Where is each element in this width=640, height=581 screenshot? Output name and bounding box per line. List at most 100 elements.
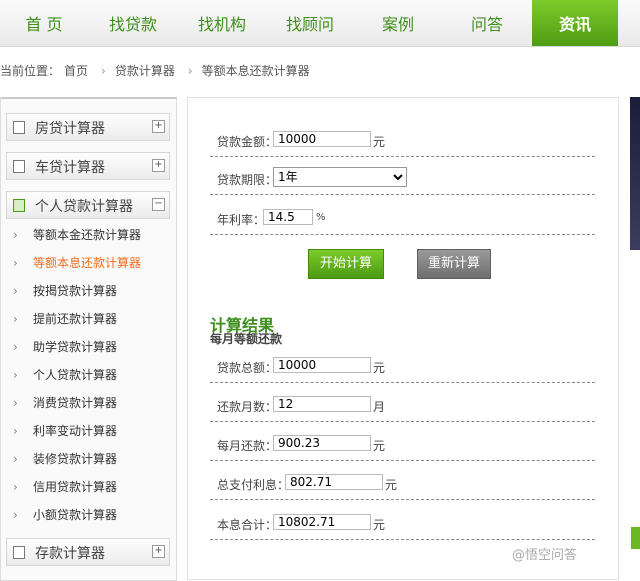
sidebar-subitem[interactable]: › 助学贷款计算器 <box>13 338 117 355</box>
chevron-right-icon: › <box>13 368 18 382</box>
percent-unit: % <box>316 212 326 223</box>
interest-rate-label: 年利率： <box>217 213 266 227</box>
nav-home[interactable]: 首 页 <box>0 0 88 46</box>
loan-amount-label: 贷款金额： <box>217 135 278 149</box>
nav-find-advisor[interactable]: 找顾问 <box>266 0 354 46</box>
total-interest-unit: 元 <box>385 478 398 492</box>
chevron-right-icon: › <box>13 312 18 326</box>
subitem-label: 个人贷款计算器 <box>33 368 118 382</box>
nav-cases[interactable]: 案例 <box>354 0 442 46</box>
side-banner-green[interactable] <box>631 527 640 549</box>
subitem-label: 装修贷款计算器 <box>33 452 118 466</box>
nav-find-loan[interactable]: 找贷款 <box>88 0 178 46</box>
calculator-icon <box>13 121 25 134</box>
sidebar-subitem[interactable]: › 消费贷款计算器 <box>13 394 117 411</box>
chevron-right-icon: › <box>101 64 106 78</box>
loan-amount-unit: 元 <box>373 135 386 149</box>
watermark: @悟空问答 <box>512 548 578 563</box>
total-loan-label: 贷款总额： <box>217 361 278 375</box>
sidebar-subitem[interactable]: › 按揭贷款计算器 <box>13 282 117 299</box>
total-loan-output <box>273 357 371 373</box>
breadcrumb-current: 等额本息还款计算器 <box>201 64 310 78</box>
interest-rate-row: 年利率： % <box>210 202 595 235</box>
loan-term-label: 贷款期限： <box>217 173 278 187</box>
calculator-icon <box>13 160 25 173</box>
chevron-right-icon: › <box>13 284 18 298</box>
chevron-right-icon: › <box>13 508 18 522</box>
result-subtitle: 每月等额还款 <box>210 332 283 346</box>
start-calculate-button[interactable]: 开始计算 <box>308 249 384 279</box>
category-label: 个人贷款计算器 <box>35 199 133 215</box>
top-nav: 首 页 找贷款 找机构 找顾问 案例 问答 资讯 <box>0 0 640 47</box>
expand-icon[interactable]: + <box>152 120 165 133</box>
calculator-icon <box>13 546 25 559</box>
subitem-label: 消费贷款计算器 <box>33 396 118 410</box>
breadcrumb-home[interactable]: 首页 <box>64 64 88 78</box>
subitem-label: 按揭贷款计算器 <box>33 284 118 298</box>
reset-calculate-button[interactable]: 重新计算 <box>417 249 491 279</box>
sidebar-category-car-loan[interactable]: 车贷计算器 + <box>6 152 170 180</box>
sidebar: 房贷计算器 + 车贷计算器 + 个人贷款计算器 − › 等额本金还款计算器 › 等额… <box>0 97 177 581</box>
total-principal-interest-row: 本息合计： 元 <box>210 507 595 540</box>
category-label: 车贷计算器 <box>35 160 105 176</box>
monthly-payment-label: 每月还款： <box>217 439 278 453</box>
loan-term-row: 贷款期限： 1年 <box>210 162 595 195</box>
chevron-right-icon: › <box>187 64 193 78</box>
breadcrumb-prefix: 当前位置： <box>0 64 61 78</box>
loan-amount-input[interactable] <box>273 131 371 147</box>
subitem-label: 提前还款计算器 <box>33 312 118 326</box>
chevron-right-icon: › <box>13 424 18 438</box>
total-interest-row: 总支付利息： 元 <box>210 467 595 500</box>
chevron-right-icon: › <box>13 396 18 410</box>
side-banner[interactable] <box>630 97 640 250</box>
interest-rate-input[interactable] <box>263 209 313 225</box>
sidebar-category-deposit[interactable]: 存款计算器 + <box>6 538 170 566</box>
breadcrumb: 当前位置： 首页 › 贷款计算器 › 等额本息还款计算器 <box>0 62 314 82</box>
expand-icon[interactable]: + <box>152 159 165 172</box>
total-interest-label: 总支付利息： <box>217 478 290 492</box>
category-label: 存款计算器 <box>35 546 105 562</box>
chevron-right-icon: › <box>13 452 18 466</box>
sidebar-subitem[interactable]: › 小额贷款计算器 <box>13 506 117 523</box>
total-principal-interest-unit: 元 <box>373 518 386 532</box>
collapse-icon[interactable]: − <box>152 198 165 211</box>
total-principal-interest-label: 本息合计： <box>217 518 278 532</box>
total-loan-row: 贷款总额： 元 <box>210 350 595 383</box>
chevron-right-icon: › <box>13 340 18 354</box>
chevron-right-icon: › <box>13 480 18 494</box>
category-label: 房贷计算器 <box>35 121 105 137</box>
sidebar-subitem[interactable]: › 提前还款计算器 <box>13 310 117 327</box>
monthly-payment-row: 每月还款： 元 <box>210 428 595 461</box>
sidebar-category-mortgage[interactable]: 房贷计算器 + <box>6 113 170 141</box>
subitem-label: 信用贷款计算器 <box>33 480 118 494</box>
subitem-label: 等额本息还款计算器 <box>33 256 142 270</box>
sidebar-subitem-active[interactable]: › 等额本息还款计算器 <box>13 254 141 271</box>
chevron-right-icon: › <box>13 228 18 242</box>
total-interest-output <box>285 474 383 490</box>
nav-news[interactable]: 资讯 <box>532 0 618 46</box>
total-principal-interest-output <box>273 514 371 530</box>
nav-find-institution[interactable]: 找机构 <box>178 0 266 46</box>
chevron-right-icon: › <box>13 256 18 270</box>
months-output <box>273 396 371 412</box>
calculator-icon <box>13 199 25 212</box>
months-unit: 月 <box>373 400 386 414</box>
sidebar-subitem[interactable]: › 装修贷款计算器 <box>13 450 117 467</box>
sidebar-subitem[interactable]: › 个人贷款计算器 <box>13 366 117 383</box>
sidebar-subitem[interactable]: › 等额本金还款计算器 <box>13 226 141 243</box>
loan-term-select[interactable]: 1年 <box>273 167 407 187</box>
monthly-payment-unit: 元 <box>373 439 386 453</box>
subitem-label: 利率变动计算器 <box>33 424 118 438</box>
sidebar-subitem[interactable]: › 利率变动计算器 <box>13 422 117 439</box>
subitem-label: 等额本金还款计算器 <box>33 228 142 242</box>
expand-icon[interactable]: + <box>152 545 165 558</box>
subitem-label: 助学贷款计算器 <box>33 340 118 354</box>
sidebar-subitem[interactable]: › 信用贷款计算器 <box>13 478 117 495</box>
loan-amount-row: 贷款金额： 元 <box>210 124 595 157</box>
months-label: 还款月数： <box>217 400 278 414</box>
nav-qa[interactable]: 问答 <box>442 0 532 46</box>
calculator-panel: 贷款金额： 元 贷款期限： 1年 年利率： % 开始计算 重新计算 计算结果 每… <box>187 97 619 580</box>
months-row: 还款月数： 月 <box>210 389 595 422</box>
sidebar-category-personal-loan[interactable]: 个人贷款计算器 − <box>6 191 170 219</box>
breadcrumb-loan-calculator[interactable]: 贷款计算器 <box>115 64 175 78</box>
